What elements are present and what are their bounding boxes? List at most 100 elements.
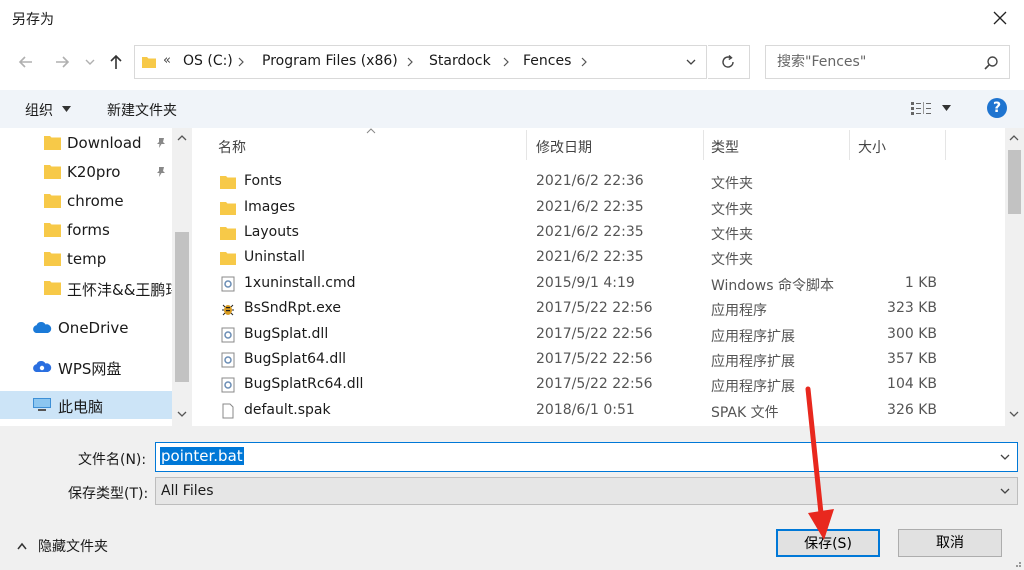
file-type: Windows 命令脚本 xyxy=(711,278,834,294)
breadcrumb-overflow[interactable]: « xyxy=(163,53,171,68)
file-row[interactable]: BugSplatRc64.dll 2017/5/22 22:56 应用程序扩展 … xyxy=(193,372,1007,397)
file-row[interactable]: Uninstall 2021/6/2 22:35 文件夹 xyxy=(193,245,1007,270)
file-name: BugSplat64.dll xyxy=(244,351,347,367)
scroll-up-chevron-icon[interactable] xyxy=(1008,134,1020,142)
folder-icon xyxy=(220,176,236,189)
file-row[interactable]: Fonts 2021/6/2 22:36 文件夹 xyxy=(193,169,1007,194)
column-header-label: 类型 xyxy=(711,140,739,156)
sidebar-item-label: temp xyxy=(67,250,107,268)
sidebar-item-this-pc[interactable]: 此电脑 xyxy=(0,391,172,419)
sidebar-item-wang-folder[interactable]: 王怀沣&&王鹏玮 xyxy=(0,274,172,302)
file-type: 文件夹 xyxy=(711,176,753,192)
command-toolbar: 组织 新建文件夹 xyxy=(0,90,1024,128)
address-dropdown-chevron-icon[interactable] xyxy=(684,55,698,69)
scroll-down-chevron-icon[interactable] xyxy=(1008,410,1020,418)
organize-button[interactable]: 组织 xyxy=(25,100,53,120)
refresh-button[interactable] xyxy=(708,45,750,79)
scroll-down-chevron-icon[interactable] xyxy=(176,410,188,418)
scroll-up-chevron-icon[interactable] xyxy=(176,134,188,142)
sidebar-item-onedrive[interactable]: OneDrive xyxy=(0,314,172,342)
folder-icon xyxy=(44,281,61,295)
sidebar-item-wps-cloud[interactable]: WPS网盘 xyxy=(0,353,172,381)
sidebar-item-label: forms xyxy=(67,221,110,239)
file-row[interactable]: BugSplat.dll 2017/5/22 22:56 应用程序扩展 300 … xyxy=(193,322,1007,347)
file-date: 2015/9/1 4:19 xyxy=(536,275,635,291)
file-name: 1xuninstall.cmd xyxy=(244,275,356,291)
caret-down-icon[interactable] xyxy=(942,105,951,111)
file-size: 300 KB xyxy=(887,326,937,342)
file-type: 应用程序 xyxy=(711,303,767,319)
file-row[interactable]: BsSndRpt.exe 2017/5/22 22:56 应用程序 323 KB xyxy=(193,296,1007,321)
chevron-down-icon[interactable] xyxy=(999,485,1011,497)
file-row[interactable]: BugSplat64.dll 2017/5/22 22:56 应用程序扩展 35… xyxy=(193,347,1007,372)
address-bar[interactable]: « OS (C:) Program Files (x86) Stardock F… xyxy=(134,45,707,79)
caret-down-icon[interactable] xyxy=(62,106,71,112)
filename-value[interactable]: pointer.bat xyxy=(160,447,244,465)
search-box[interactable] xyxy=(765,45,1010,79)
breadcrumb-chevron-icon[interactable] xyxy=(236,55,246,69)
column-header-type[interactable]: 类型 xyxy=(703,128,849,162)
sidebar-item-k20pro[interactable]: K20pro xyxy=(0,158,172,186)
file-name: BugSplat.dll xyxy=(244,326,329,342)
file-list-scrollbar[interactable] xyxy=(1005,128,1024,426)
breadcrumb-fences[interactable]: Fences xyxy=(523,53,571,69)
file-type: 应用程序扩展 xyxy=(711,379,795,395)
file-date: 2021/6/2 22:35 xyxy=(536,249,644,265)
sidebar-item-temp[interactable]: temp xyxy=(0,245,172,273)
folder-icon xyxy=(44,165,61,179)
view-options-icon[interactable] xyxy=(910,100,932,116)
file-date: 2017/5/22 22:56 xyxy=(536,300,653,316)
file-name: default.spak xyxy=(244,402,331,418)
cancel-button[interactable]: 取消 xyxy=(898,529,1002,557)
close-icon[interactable] xyxy=(988,6,1012,30)
up-arrow-icon[interactable] xyxy=(106,52,126,72)
onedrive-icon xyxy=(33,321,52,333)
file-row[interactable]: default.spak 2018/6/1 0:51 SPAK 文件 326 K… xyxy=(193,398,1007,423)
pin-icon[interactable] xyxy=(155,166,167,178)
filename-field[interactable]: pointer.bat xyxy=(155,442,1018,472)
breadcrumb-program-files[interactable]: Program Files (x86) xyxy=(262,53,398,69)
file-type: SPAK 文件 xyxy=(711,405,779,421)
file-row[interactable]: Images 2021/6/2 22:35 文件夹 xyxy=(193,195,1007,220)
chevron-down-icon[interactable] xyxy=(999,451,1011,463)
breadcrumb-chevron-icon[interactable] xyxy=(405,55,415,69)
column-header-size[interactable]: 大小 xyxy=(849,128,945,162)
column-header-date[interactable]: 修改日期 xyxy=(527,128,703,162)
column-header-name[interactable]: 名称 xyxy=(193,128,527,162)
file-row[interactable]: 1xuninstall.cmd 2015/9/1 4:19 Windows 命令… xyxy=(193,271,1007,296)
search-input[interactable] xyxy=(766,46,976,78)
breadcrumb-stardock[interactable]: Stardock xyxy=(429,53,491,69)
sidebar-item-forms[interactable]: forms xyxy=(0,216,172,244)
file-list: 名称 修改日期 类型 大小 Fonts 2021/6/2 22:36 文件夹 I… xyxy=(193,128,1007,426)
breadcrumb-chevron-icon[interactable] xyxy=(501,55,511,69)
dll-file-icon xyxy=(221,352,235,368)
column-divider[interactable] xyxy=(945,130,946,160)
sidebar-item-chrome[interactable]: chrome xyxy=(0,187,172,215)
save-button[interactable]: 保存(S) xyxy=(776,529,880,557)
filetype-select[interactable]: All Files xyxy=(155,477,1018,505)
help-button[interactable]: ? xyxy=(987,98,1007,118)
file-name: Uninstall xyxy=(244,249,306,265)
forward-arrow-icon[interactable] xyxy=(52,52,72,72)
breadcrumb-chevron-icon[interactable] xyxy=(579,55,589,69)
scrollbar-thumb[interactable] xyxy=(1008,150,1021,214)
breadcrumb-os-c[interactable]: OS (C:) xyxy=(183,53,233,69)
sidebar-item-download[interactable]: Download xyxy=(0,129,172,157)
search-icon[interactable] xyxy=(983,55,999,71)
recent-locations-chevron-icon[interactable] xyxy=(84,56,96,68)
new-folder-button[interactable]: 新建文件夹 xyxy=(107,100,177,120)
resize-grip-icon[interactable] xyxy=(1012,558,1022,568)
column-header-label: 修改日期 xyxy=(536,140,592,156)
back-arrow-icon[interactable] xyxy=(16,52,36,72)
chevron-up-icon xyxy=(17,542,27,550)
sidebar-scrollbar[interactable] xyxy=(172,128,192,426)
file-row[interactable]: Layouts 2021/6/2 22:35 文件夹 xyxy=(193,220,1007,245)
file-date: 2021/6/2 22:35 xyxy=(536,224,644,240)
bug-exe-icon xyxy=(222,304,234,316)
file-type: 应用程序扩展 xyxy=(711,354,795,370)
folder-icon xyxy=(220,227,236,240)
scrollbar-thumb[interactable] xyxy=(175,232,189,382)
file-type: 应用程序扩展 xyxy=(711,329,795,345)
pin-icon[interactable] xyxy=(155,137,167,149)
file-type: 文件夹 xyxy=(711,252,753,268)
